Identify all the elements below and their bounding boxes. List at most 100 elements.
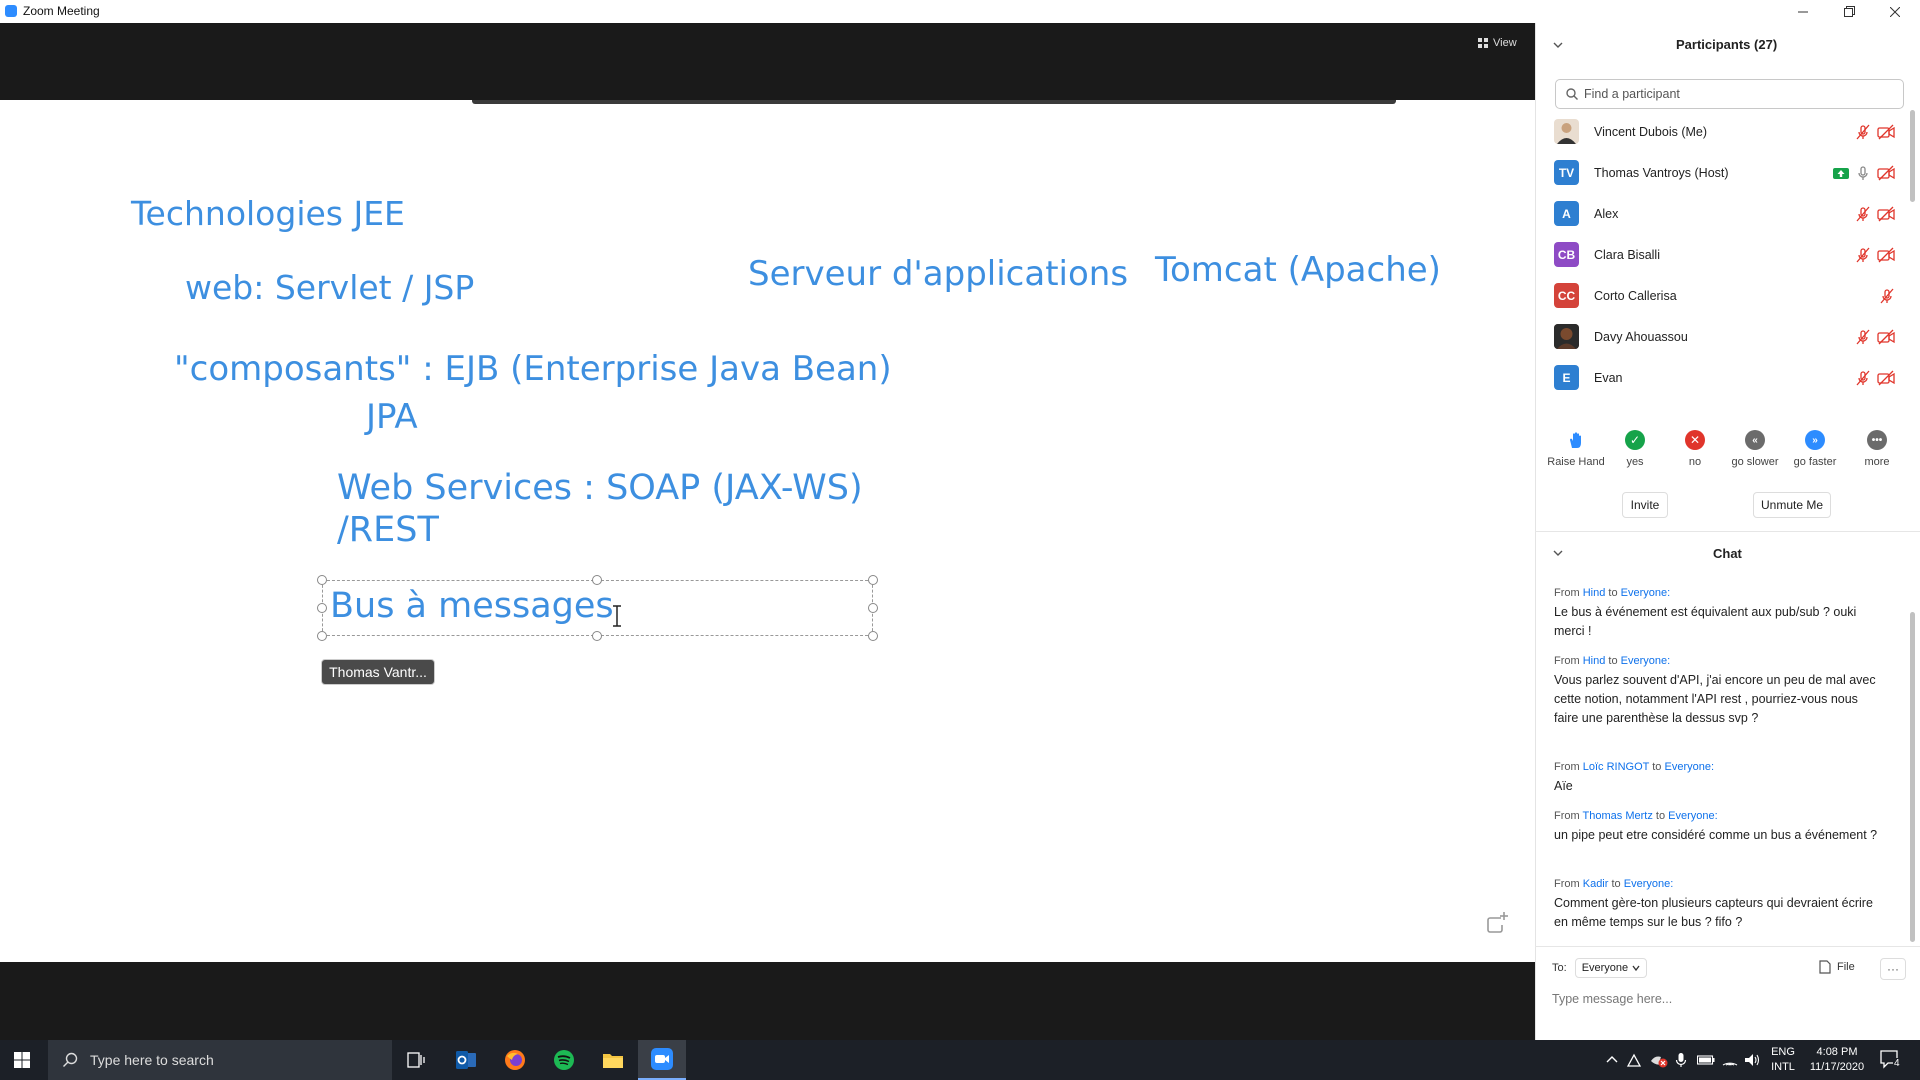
input-language-indicator[interactable]: ENG INTL [1768,1045,1798,1075]
taskbar-search-box[interactable]: Type here to search [48,1040,392,1080]
reaction-label: yes [1626,456,1644,468]
resize-handle[interactable] [868,603,878,613]
raise-hand-icon [1570,432,1581,448]
yes-button[interactable]: ✓ yes [1603,430,1667,468]
file-explorer-taskbar-app[interactable] [589,1040,637,1080]
volume-icon[interactable] [1744,1052,1760,1068]
video-stage-top [0,23,1535,100]
whiteboard-text: "composants" : EJB (Enterprise Java Bean… [174,349,892,389]
mic-muted-icon [1880,288,1894,303]
video-off-icon [1877,247,1895,262]
mic-muted-icon [1856,124,1870,139]
participant-name: Corto Callerisa [1594,288,1677,303]
video-off-icon [1877,206,1895,221]
chat-recipient: Everyone: [1620,587,1671,599]
microphone-tray-icon[interactable] [1675,1052,1687,1068]
network-status-icon[interactable] [1626,1052,1642,1068]
windows-start-button[interactable] [14,1052,30,1068]
video-off-icon [1877,165,1895,180]
go-faster-button[interactable]: » go faster [1783,430,1847,468]
resize-handle[interactable] [592,575,602,585]
close-button[interactable] [1872,0,1918,23]
clock[interactable]: 4:08 PM 11/17/2020 [1802,1045,1872,1075]
chat-sender[interactable]: Hind [1583,655,1606,667]
firefox-icon [505,1050,525,1070]
zoom-taskbar-app[interactable] [638,1040,686,1080]
participant-name: Clara Bisalli [1594,247,1660,262]
file-button[interactable]: File [1819,960,1855,974]
resize-handle[interactable] [317,575,327,585]
participant-search-input[interactable]: Find a participant [1555,79,1904,109]
participant-row[interactable]: CB Clara Bisalli [1535,234,1907,275]
whiteboard-text: JPA [366,397,418,437]
firefox-taskbar-app[interactable] [491,1040,539,1080]
mic-muted-icon [1856,329,1870,344]
chat-scrollbar[interactable] [1910,612,1915,942]
raise-hand-button[interactable]: Raise Hand [1544,430,1608,468]
view-button[interactable]: View [1472,32,1528,54]
annotator-tag: Thomas Vantr... [321,659,435,685]
mic-icon [1858,165,1868,180]
participant-row[interactable]: TV Thomas Vantroys (Host) [1535,152,1907,193]
video-off-icon [1877,329,1895,344]
resize-handle[interactable] [868,631,878,641]
wifi-icon[interactable] [1722,1052,1738,1066]
chat-more-button[interactable]: ··· [1880,958,1906,980]
chat-recipient: Everyone: [1664,761,1715,773]
participants-scrollbar[interactable] [1910,110,1915,202]
cross-icon: ✕ [1685,430,1705,450]
mic-muted-icon [1856,206,1870,221]
spotify-taskbar-app[interactable] [540,1040,588,1080]
unmute-me-button[interactable]: Unmute Me [1753,492,1831,518]
restore-button[interactable] [1826,0,1872,23]
participant-row[interactable]: Vincent Dubois (Me) [1535,111,1907,152]
chevron-up-icon [1606,1056,1618,1063]
search-icon [1566,88,1578,100]
participant-row[interactable]: Davy Ahouassou [1535,316,1907,357]
zoom-app-icon [5,5,17,17]
more-reactions-button[interactable]: ••• more [1845,430,1909,468]
invite-button[interactable]: Invite [1622,492,1668,518]
minimize-button[interactable] [1780,0,1826,23]
avatar: CC [1554,283,1579,308]
resize-handle[interactable] [317,631,327,641]
show-hidden-icons-button[interactable] [1606,1054,1618,1066]
no-button[interactable]: ✕ no [1663,430,1727,468]
chat-recipient-row: To: Everyone [1552,958,1648,978]
chevron-down-icon [1632,965,1640,972]
participant-name: Thomas Vantroys (Host) [1594,165,1729,180]
editing-text[interactable]: Bus à messages [330,586,614,626]
chat-sender[interactable]: Hind [1583,587,1606,599]
share-control-bar[interactable] [472,100,1396,104]
security-status-icon[interactable] [1650,1052,1668,1068]
chat-sender[interactable]: Thomas Mertz [1583,810,1653,822]
participant-row[interactable]: E Evan [1535,357,1907,398]
new-page-icon[interactable] [1484,910,1510,936]
collapse-chat-icon[interactable] [1553,548,1563,558]
chat-text: Le bus à événement est équivalent aux pu… [1554,605,1857,638]
participant-row[interactable]: A Alex [1535,193,1907,234]
collapse-participants-icon[interactable] [1553,40,1563,50]
video-stage-bottom [0,962,1535,1040]
recipient-dropdown[interactable]: Everyone [1574,958,1648,978]
notification-center-button[interactable]: 4 [1880,1050,1902,1070]
resize-handle[interactable] [592,631,602,641]
chat-sender[interactable]: Kadir [1583,878,1609,890]
windows-logo-icon [14,1052,30,1068]
chat-message-input[interactable] [1552,988,1902,1010]
battery-icon[interactable] [1697,1054,1715,1066]
outlook-taskbar-app[interactable] [442,1040,490,1080]
check-icon: ✓ [1625,430,1645,450]
resize-handle[interactable] [868,575,878,585]
chat-message: From Kadir to Everyone: Comment gère-ton… [1554,877,1884,932]
participant-row[interactable]: CC Corto Callerisa [1535,275,1907,316]
language-code: ENG [1771,1046,1795,1058]
resize-handle[interactable] [317,603,327,613]
reaction-label: go slower [1731,456,1779,468]
chat-text: Aïe [1554,779,1573,793]
go-slower-button[interactable]: « go slower [1723,430,1787,468]
chat-sender[interactable]: Loïc RINGOT [1583,761,1649,773]
task-view-icon [407,1052,425,1068]
whiteboard-text: Web Services : SOAP (JAX-WS) [337,468,863,508]
task-view-button[interactable] [392,1040,440,1080]
